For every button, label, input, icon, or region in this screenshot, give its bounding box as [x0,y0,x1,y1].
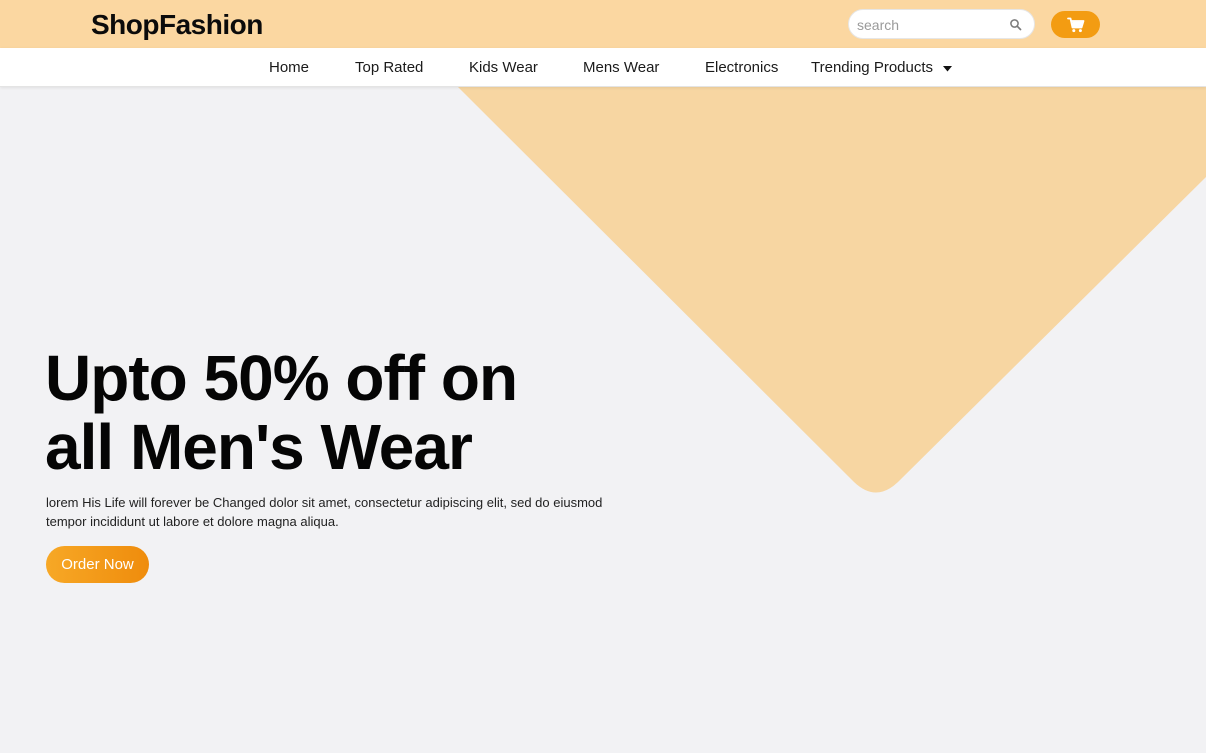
search-box [848,9,1035,39]
nav-item-top-rated[interactable]: Top Rated [355,59,423,77]
nav-item-trending-products[interactable]: Trending Products [811,59,953,77]
search-input[interactable] [857,14,1007,36]
nav-item-home[interactable]: Home [269,59,309,77]
nav-item-mens-wear[interactable]: Mens Wear [583,59,659,77]
cart-icon [1066,17,1084,32]
page: ShopFashion Home Top Rated Kids Wear Men… [0,0,1206,753]
hero-headline: Upto 50% off on all Men's Wear [45,344,665,482]
hero-headline-line2: all Men's Wear [45,411,473,483]
main-nav: Home Top Rated Kids Wear Mens Wear Elect… [0,48,1206,87]
nav-item-kids-wear[interactable]: Kids Wear [469,59,538,77]
nav-item-trending-label: Trending Products [811,59,934,76]
cart-button[interactable] [1051,11,1100,38]
nav-item-electronics[interactable]: Electronics [705,59,778,77]
order-now-button[interactable]: Order Now [46,546,149,583]
hero-description: lorem His Life will forever be Changed d… [46,495,603,529]
caret-down-icon [943,59,953,77]
search-icon[interactable] [1008,17,1024,33]
top-header: ShopFashion [0,0,1206,48]
hero-headline-line1: Upto 50% off on [45,342,518,414]
brand-logo[interactable]: ShopFashion [91,8,263,42]
